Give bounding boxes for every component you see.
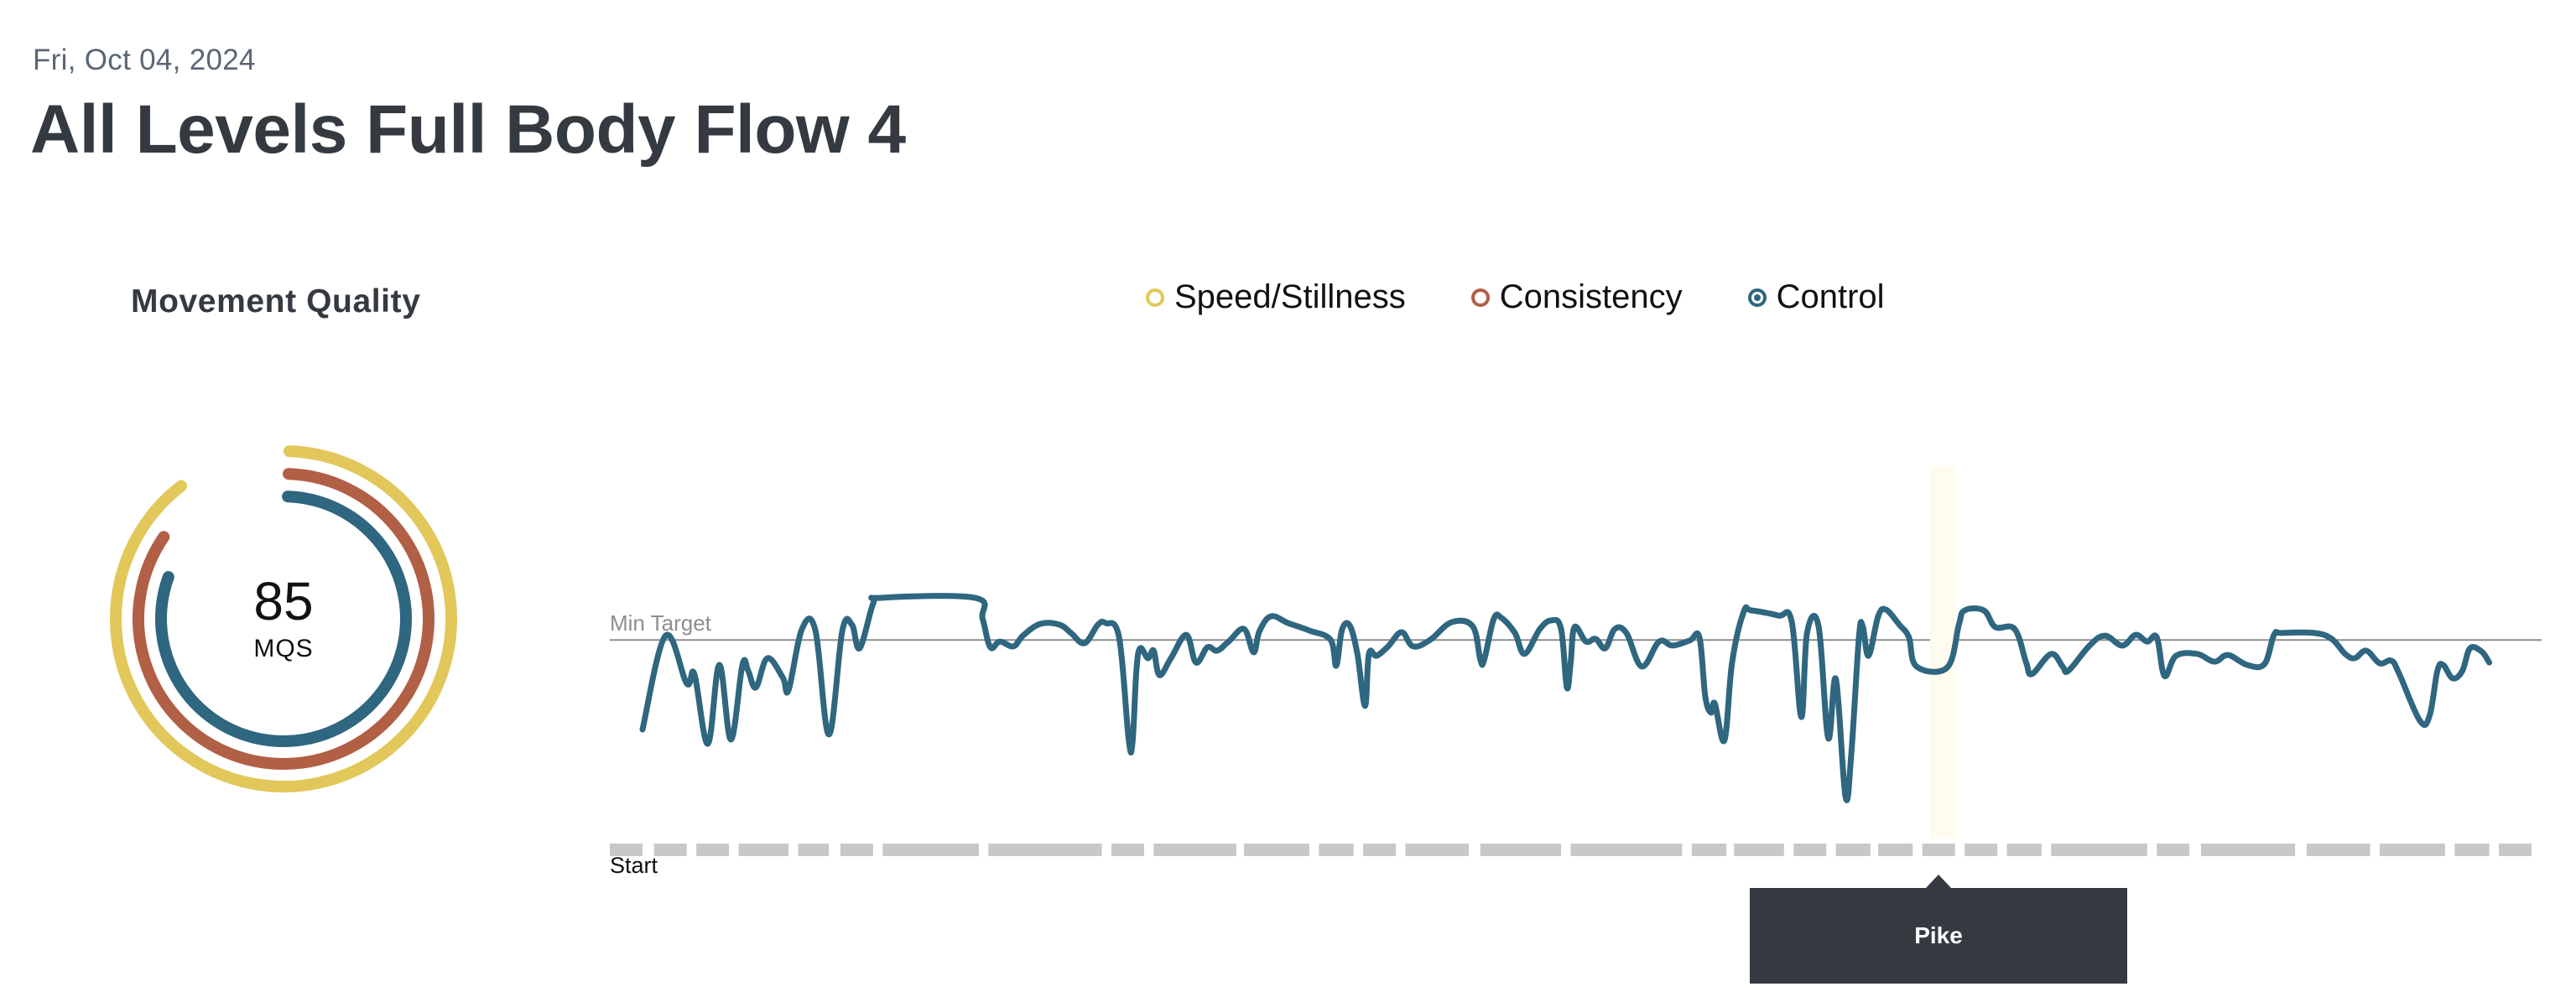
- timeline-segment: [1570, 844, 1683, 856]
- timeline-segment: [988, 844, 1102, 856]
- timeline-segment: [2051, 844, 2147, 856]
- control-line-chart: [610, 466, 2542, 856]
- timeline-segment: [2306, 844, 2370, 856]
- timeline-segment: [1405, 844, 1470, 856]
- min-target-label: Min Target: [610, 610, 711, 636]
- timeline-segment: [2157, 844, 2190, 856]
- timeline-segment: [1480, 844, 1562, 856]
- timeline-segment: [653, 844, 687, 856]
- timeline-segment: [1111, 844, 1144, 856]
- timeline-segment: [2006, 844, 2042, 856]
- timeline-segment: [1319, 844, 1354, 856]
- timeline-segment: [1793, 844, 1827, 856]
- timeline-segment: [882, 844, 979, 856]
- timeline-start-label: Start: [610, 853, 658, 878]
- timeline-segment: [798, 844, 830, 856]
- tooltip-label: Pike: [1914, 922, 1963, 948]
- timeline-segment: [738, 844, 789, 856]
- tooltip-arrow: [1925, 875, 1952, 889]
- timeline-segment: [2499, 844, 2532, 856]
- timeline-segment: [2380, 844, 2445, 856]
- timeline-segment: [1363, 844, 1397, 856]
- timeline-segment: [1878, 844, 1913, 856]
- timeline-segment: [1691, 844, 1727, 856]
- timeline-segment: [1835, 844, 1871, 856]
- timeline-segment: [1153, 844, 1236, 856]
- timeline-segment: [2454, 844, 2490, 856]
- timeline-segment: [1244, 844, 1309, 856]
- timeline-segment: [1734, 844, 1784, 856]
- timeline-segment-active: [1922, 844, 1955, 856]
- timeline-segment: [840, 844, 873, 856]
- control-series-line: [639, 593, 2493, 803]
- segment-tooltip: Pike: [1750, 888, 2127, 984]
- timeline-segment: [696, 844, 730, 856]
- timeline-segment: [2200, 844, 2296, 856]
- timeline-segment: [1965, 844, 1998, 856]
